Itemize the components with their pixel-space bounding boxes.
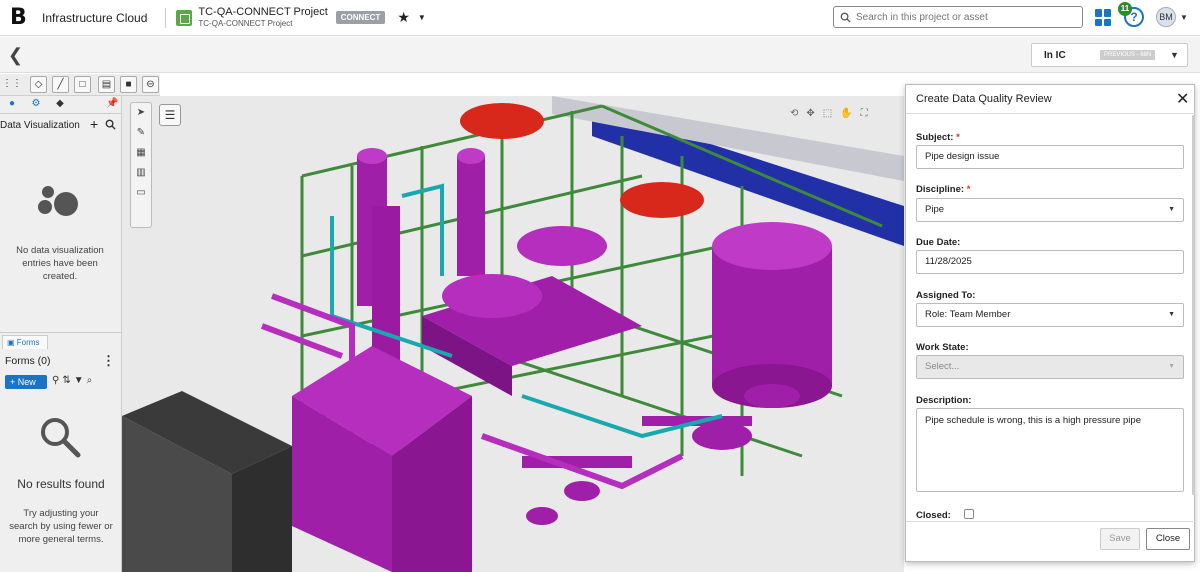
dialog-scrollbar[interactable] (1192, 115, 1195, 495)
section-icon[interactable]: ▦ (131, 143, 151, 163)
viewport-tool-palette: ➤ ✎ ▦ ▥ ▭ (130, 102, 152, 228)
forms-title: Forms (0) (5, 355, 51, 367)
settings-tab-icon[interactable]: ⚙ (26, 98, 46, 112)
no-results-text: No results found (17, 477, 105, 491)
left-panel-tabs: ● ⚙ ◆ 📌 (0, 96, 121, 114)
no-results-hint: Try adjusting your search by using fewer… (9, 508, 113, 545)
due-date-label: Due Date: (916, 237, 961, 248)
description-textarea[interactable]: Pipe schedule is wrong, this is a high p… (916, 408, 1184, 492)
search-icon (840, 12, 851, 23)
version-selector[interactable]: In IC PREVIOUS - 68N ▼ (1031, 43, 1188, 67)
comment-icon[interactable]: ▭ (131, 183, 151, 203)
pointer-icon[interactable]: ➤ (131, 103, 151, 123)
clear-tool-icon[interactable]: ⊖ (142, 76, 159, 93)
user-avatar[interactable]: BM (1156, 7, 1176, 27)
line-tool-icon[interactable]: ╱ (52, 76, 69, 93)
layers-tool-icon[interactable]: ▤ (98, 76, 115, 93)
save-button[interactable]: Save (1100, 528, 1140, 550)
favorite-star-icon[interactable]: ★ (397, 9, 410, 26)
discipline-select[interactable]: Pipe ▼ (916, 198, 1184, 222)
app-title[interactable]: Infrastructure Cloud (42, 11, 147, 25)
dialog-header-divider (906, 113, 1196, 114)
assigned-to-select[interactable]: Role: Team Member ▼ (916, 303, 1184, 327)
close-icon[interactable]: ✕ (1176, 89, 1189, 109)
connect-badge: CONNECT (335, 11, 386, 24)
no-results-search-icon (41, 418, 81, 458)
bentley-logo[interactable]: B (10, 6, 34, 29)
view-navigation-tools[interactable]: ⟲✥⬚✋⛶ (790, 108, 876, 119)
new-form-button[interactable]: + New (5, 375, 47, 389)
notifications-badge: 11 (1118, 2, 1132, 16)
work-state-label: Work State: (916, 342, 969, 353)
work-state-chevron-down-icon: ▼ (1168, 363, 1175, 370)
3d-viewport[interactable]: ➤ ✎ ▦ ▥ ▭ ☰ ⟲✥⬚✋⛶ (122, 96, 904, 572)
forms-tab[interactable]: ▣ Forms (2, 335, 48, 349)
forms-filter-tools[interactable]: ⚲⇅▼⌕ (52, 375, 95, 386)
viewport-menu-icon[interactable]: ☰ (159, 104, 181, 126)
user-menu-chevron-down-icon[interactable]: ▼ (1180, 13, 1188, 22)
select-tool-icon[interactable]: ◇ (30, 76, 47, 93)
closed-label: Closed: (916, 510, 951, 521)
search-field[interactable] (833, 6, 1083, 28)
search-input[interactable] (856, 11, 1076, 23)
discipline-value: Pipe (925, 204, 945, 215)
add-data-viz-icon[interactable]: + (90, 116, 98, 132)
model-tab-icon[interactable]: ◆ (50, 98, 70, 112)
create-data-quality-review-dialog: Create Data Quality Review ✕ Subject: * … (905, 84, 1196, 562)
subject-field[interactable]: Pipe design issue (916, 145, 1184, 169)
project-name: TC-QA-CONNECT Project (198, 5, 328, 18)
forms-kebab-icon[interactable]: ⋮ (102, 353, 115, 369)
assigned-to-value: Role: Team Member (925, 309, 1011, 320)
data-viz-search-icon[interactable] (105, 119, 116, 130)
closed-checkbox[interactable] (964, 509, 974, 519)
sub-toolbar: ❮ (0, 37, 1200, 73)
tool-strip: ⋮⋮ ◇ ╱ □ ▤ ■ ⊖ (0, 74, 160, 96)
forms-tab-label: Forms (16, 338, 40, 347)
assigned-chevron-down-icon: ▼ (1168, 311, 1175, 318)
assigned-to-label: Assigned To: (916, 290, 976, 301)
markup-icon[interactable]: ▥ (131, 163, 151, 183)
pin-icon[interactable]: 📌 (106, 98, 118, 109)
data-viz-tab-icon[interactable]: ● (2, 98, 22, 112)
forms-section: ▣ Forms Forms (0) ⋮ + New ⚲⇅▼⌕ No result… (0, 332, 122, 572)
description-label: Description: (916, 395, 972, 406)
data-viz-empty-text: No data visualization entries have been … (16, 245, 104, 282)
dialog-title: Create Data Quality Review (916, 93, 1052, 105)
project-selector[interactable]: TC-QA-CONNECT Project TC-QA-CONNECT Proj… (198, 5, 328, 29)
data-viz-empty-icon (38, 186, 83, 226)
version-label: In IC (1044, 50, 1066, 61)
plant-model-render[interactable] (122, 96, 904, 572)
project-subtitle: TC-QA-CONNECT Project (198, 18, 293, 28)
header-divider (165, 7, 167, 28)
dialog-footer-divider (906, 521, 1196, 522)
subject-label: Subject: * (916, 132, 960, 143)
left-panel: ● ⚙ ◆ 📌 Data Visualization + No data vis… (0, 96, 122, 572)
project-icon (176, 9, 193, 26)
project-chevron-down-icon[interactable]: ▼ (418, 13, 426, 22)
close-button[interactable]: Close (1146, 528, 1190, 550)
back-arrow-icon[interactable]: ❮ (8, 45, 23, 66)
drag-handle-icon[interactable]: ⋮⋮ (2, 76, 22, 93)
work-state-select[interactable]: Select... ▼ (916, 355, 1184, 379)
work-state-placeholder: Select... (925, 361, 960, 372)
add-tool-icon[interactable]: ■ (120, 76, 137, 93)
data-viz-title: Data Visualization (0, 120, 80, 131)
apps-grid-icon[interactable] (1095, 9, 1112, 26)
measure-icon[interactable]: ✎ (131, 123, 151, 143)
discipline-label: Discipline: * (916, 184, 971, 195)
discipline-chevron-down-icon: ▼ (1168, 206, 1175, 213)
box-tool-icon[interactable]: □ (74, 76, 91, 93)
version-chevron-down-icon: ▼ (1170, 50, 1179, 60)
version-badge: PREVIOUS - 68N (1100, 50, 1156, 60)
due-date-field[interactable]: 11/28/2025 (916, 250, 1184, 274)
